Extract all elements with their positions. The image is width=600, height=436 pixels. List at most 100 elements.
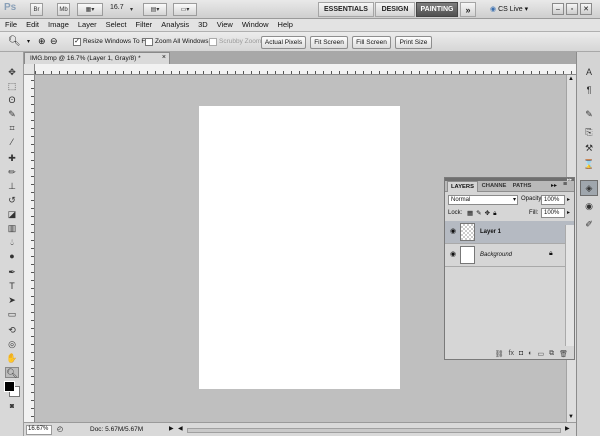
tab-layers[interactable]: LAYERS xyxy=(447,181,478,192)
zoom-level-display[interactable]: 16.7 xyxy=(110,4,124,11)
path-selection-tool-icon[interactable]: ➤ xyxy=(5,295,19,306)
fill-screen-button[interactable]: Fill Screen xyxy=(352,36,391,49)
add-mask-icon[interactable]: ◘ xyxy=(519,350,523,360)
history-panel-icon[interactable]: ⌛ xyxy=(583,158,595,170)
actual-pixels-button[interactable]: Actual Pixels xyxy=(261,36,306,49)
layer-style-icon[interactable]: fx xyxy=(509,350,514,360)
horizontal-ruler[interactable] xyxy=(35,64,576,75)
adjustment-layer-icon[interactable]: ◐ xyxy=(528,350,532,360)
print-size-button[interactable]: Print Size xyxy=(395,36,432,49)
gradient-tool-icon[interactable]: ▥ xyxy=(5,223,19,234)
cs-live-menu[interactable]: ◉ CS Live ▾ xyxy=(490,5,528,14)
history-brush-tool-icon[interactable]: ↺ xyxy=(5,195,19,206)
lasso-tool-icon[interactable]: ʘ xyxy=(5,95,19,106)
clone-stamp-tool-icon[interactable]: ⊥ xyxy=(5,181,19,192)
zoom-dropdown-arrow[interactable]: ▾ xyxy=(126,3,137,16)
menu-select[interactable]: Select xyxy=(101,19,131,31)
zoom-tool-preset[interactable]: 🔍︎ xyxy=(8,36,21,47)
menu-window[interactable]: Window xyxy=(237,19,273,31)
maximize-window-button[interactable]: ▫ xyxy=(566,3,578,15)
new-group-icon[interactable]: ▭ xyxy=(537,350,544,360)
fill-field[interactable]: 100% xyxy=(541,208,565,218)
workspace-painting[interactable]: PAINTING xyxy=(416,2,458,17)
visibility-eye-icon[interactable]: ◉ xyxy=(448,250,458,260)
tab-paths[interactable]: PATHS xyxy=(510,181,534,192)
quick-selection-tool-icon[interactable]: ✎ xyxy=(5,109,19,120)
3d-orbit-tool-icon[interactable]: ◎ xyxy=(5,339,19,350)
close-document-icon[interactable]: × xyxy=(162,54,166,61)
status-menu-arrow[interactable]: ▶ xyxy=(169,425,174,432)
layers-panel-icon[interactable]: ◈ xyxy=(580,180,598,196)
zoom-all-windows-checkbox[interactable] xyxy=(145,38,153,46)
resize-windows-checkbox[interactable]: ✓ xyxy=(73,38,81,46)
menu-view[interactable]: View xyxy=(212,19,237,31)
foreground-color-swatch[interactable] xyxy=(4,381,15,392)
screen-mode-dropdown[interactable]: ▭▾ xyxy=(173,3,197,16)
layer-row-background[interactable]: ◉ Background 🔒︎ xyxy=(445,244,574,267)
lock-position-icon[interactable]: ✥ xyxy=(485,210,493,217)
menu-file[interactable]: File xyxy=(0,19,21,31)
arrange-documents-dropdown[interactable]: ▤▾ xyxy=(143,3,167,16)
layer-name[interactable]: Background xyxy=(480,252,512,258)
channels-panel-icon[interactable]: ◉ xyxy=(583,200,595,212)
clone-source-panel-icon[interactable]: ⎘ xyxy=(583,126,595,138)
panel-options-icon[interactable]: ≡ xyxy=(563,181,567,188)
blend-mode-select[interactable]: Normal ▾ xyxy=(448,195,518,205)
ruler-origin[interactable] xyxy=(24,64,35,75)
fill-slider-arrow[interactable]: ▸ xyxy=(567,209,570,216)
vertical-ruler[interactable] xyxy=(24,64,35,422)
brush-tool-icon[interactable]: ✏ xyxy=(5,167,19,178)
layers-scrollbar[interactable] xyxy=(565,225,574,346)
launch-mini-bridge-button[interactable]: Mb xyxy=(57,3,70,16)
layer-name[interactable]: Layer 1 xyxy=(480,229,501,235)
opacity-slider-arrow[interactable]: ▸ xyxy=(567,196,570,203)
paragraph-panel-icon[interactable]: ¶ xyxy=(583,84,595,96)
horizontal-scrollbar[interactable] xyxy=(187,428,561,433)
document-canvas[interactable] xyxy=(199,106,400,389)
more-workspaces-button[interactable]: » xyxy=(460,2,476,17)
lock-pixels-icon[interactable]: ✎ xyxy=(476,210,484,217)
scroll-down-icon[interactable]: ▼ xyxy=(568,414,574,420)
menu-help[interactable]: Help xyxy=(273,19,297,31)
pen-tool-icon[interactable]: ✒ xyxy=(5,267,19,278)
view-extras-dropdown[interactable]: ▦▾ xyxy=(77,3,103,16)
menu-edit[interactable]: Edit xyxy=(21,19,43,31)
move-tool-icon[interactable]: ✥ xyxy=(5,67,19,78)
menu-analysis[interactable]: Analysis xyxy=(156,19,193,31)
workspace-essentials[interactable]: ESSENTIALS xyxy=(318,2,374,17)
eraser-tool-icon[interactable]: ◪ xyxy=(5,209,19,220)
lock-options[interactable]: ▦✎✥🔒︎ xyxy=(467,209,500,218)
scroll-right-icon[interactable]: ▶ xyxy=(565,425,570,432)
paths-panel-icon[interactable]: ✐ xyxy=(583,218,595,230)
tab-channels[interactable]: CHANNE xyxy=(479,181,509,192)
visibility-eye-icon[interactable]: ◉ xyxy=(448,227,458,237)
tool-preset-dropdown[interactable]: ▾ xyxy=(27,38,30,45)
eyedropper-tool-icon[interactable]: ⁄ xyxy=(5,137,19,148)
menu-3d[interactable]: 3D xyxy=(193,19,212,31)
fit-screen-button[interactable]: Fit Screen xyxy=(310,36,348,49)
brush-panel-icon[interactable]: ✎ xyxy=(583,108,595,120)
crop-tool-icon[interactable]: ⌗ xyxy=(5,123,19,134)
menu-image[interactable]: Image xyxy=(43,19,73,31)
blur-tool-icon[interactable]: 💧︎ xyxy=(5,237,19,248)
zoom-tool-icon[interactable]: 🔍︎ xyxy=(5,367,19,378)
scroll-left-icon[interactable]: ◀ xyxy=(178,425,183,432)
lock-all-icon[interactable]: 🔒︎ xyxy=(493,210,499,217)
rectangle-tool-icon[interactable]: ▭ xyxy=(5,309,19,320)
character-panel-icon[interactable]: A xyxy=(583,66,595,78)
zoom-out-button[interactable]: ⊖ xyxy=(50,36,58,47)
zoom-in-button[interactable]: ⊕ xyxy=(38,36,46,47)
document-tab[interactable]: IMG.bmp @ 16.7% (Layer 1, Gray/8) * × xyxy=(24,52,170,64)
rectangular-marquee-tool-icon[interactable]: ⬚ xyxy=(5,81,19,92)
menu-filter[interactable]: Filter xyxy=(131,19,157,31)
3d-rotate-tool-icon[interactable]: ⟲ xyxy=(5,325,19,336)
minimize-window-button[interactable]: – xyxy=(552,3,564,15)
delete-layer-icon[interactable]: 🗑︎ xyxy=(559,350,568,360)
tool-presets-panel-icon[interactable]: ⚒ xyxy=(583,142,595,154)
close-window-button[interactable]: ✕ xyxy=(580,3,592,15)
hand-tool-icon[interactable]: ✋ xyxy=(5,353,19,364)
layer-row-layer-1[interactable]: ◉ Layer 1 xyxy=(445,221,574,244)
scroll-up-icon[interactable]: ▲ xyxy=(568,76,574,82)
zoom-percentage-field[interactable]: 16.67% xyxy=(26,425,52,435)
launch-bridge-button[interactable]: Br xyxy=(30,3,43,16)
